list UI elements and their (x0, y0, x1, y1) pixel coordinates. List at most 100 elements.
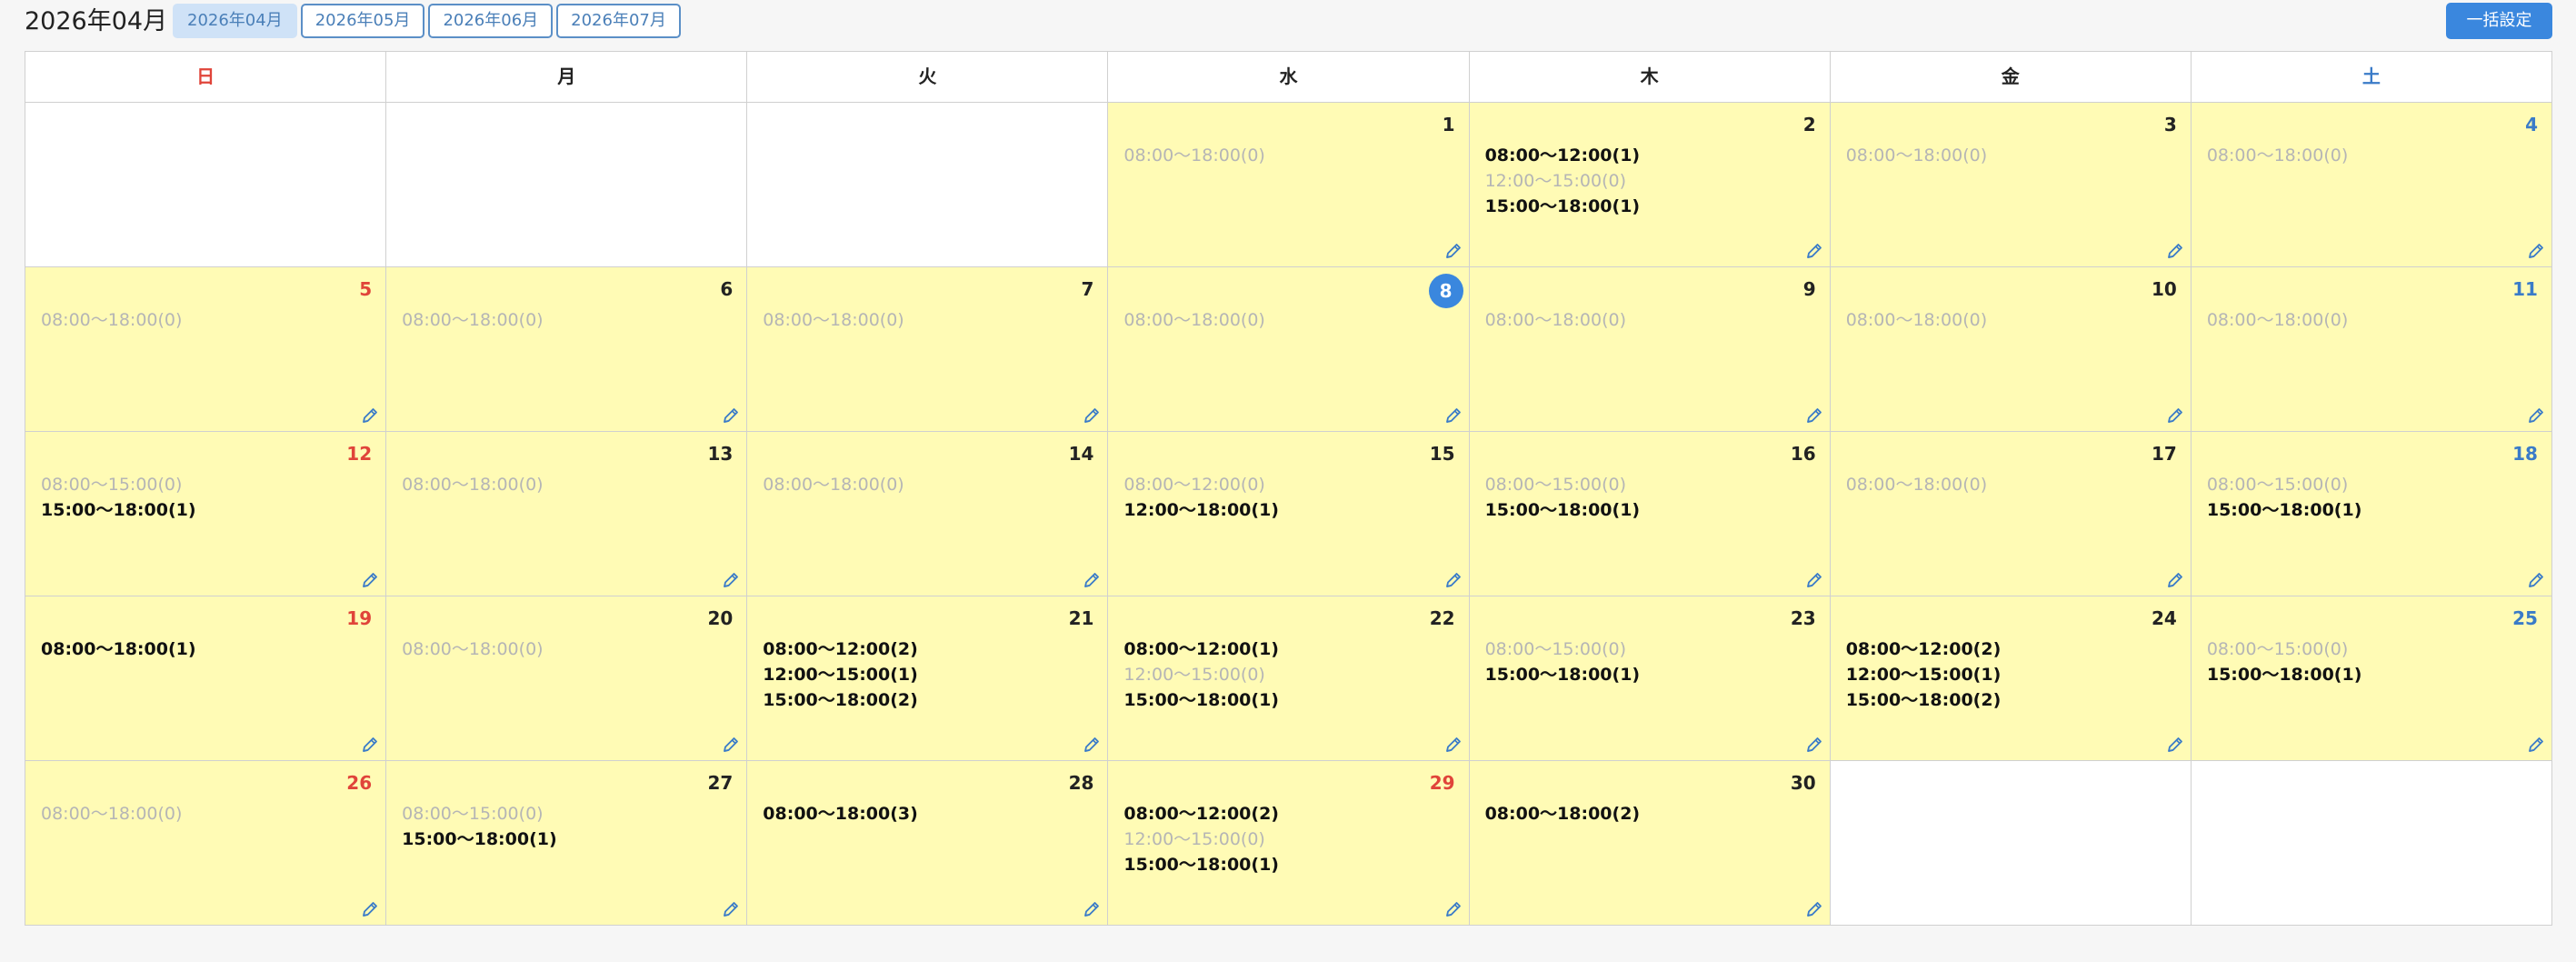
edit-pencil-icon[interactable] (2165, 241, 2185, 261)
edit-pencil-icon[interactable] (1804, 406, 1824, 426)
edit-pencil-icon[interactable] (721, 570, 741, 590)
time-slot-list: 08:00〜12:00(0) 12:00〜18:00(1) (1123, 472, 1279, 523)
time-slot: 08:00〜18:00(1) (41, 639, 196, 659)
tab-month-2026-05[interactable]: 2026年05月 (300, 4, 425, 38)
time-slot-list: 08:00〜18:00(0) (1846, 307, 1987, 333)
day-number: 14 (1068, 443, 1094, 465)
time-slot: 15:00〜18:00(2) (763, 690, 918, 710)
calendar-day-cell[interactable]: 3 08:00〜18:00(0) (1830, 103, 2192, 267)
time-slot: 08:00〜18:00(0) (1845, 310, 1988, 330)
edit-pencil-icon[interactable] (360, 406, 380, 426)
calendar-day-cell[interactable]: 7 08:00〜18:00(0) (747, 267, 1109, 432)
edit-pencil-icon[interactable] (2165, 570, 2185, 590)
calendar-day-cell[interactable]: 15 08:00〜12:00(0) 12:00〜18:00(1) (1108, 432, 1470, 596)
edit-pencil-icon[interactable] (1082, 899, 1102, 919)
edit-pencil-icon[interactable] (1082, 406, 1102, 426)
time-slot: 15:00〜18:00(1) (1484, 196, 1641, 216)
calendar-day-cell[interactable]: 10 08:00〜18:00(0) (1830, 267, 2192, 432)
time-slot: 08:00〜12:00(1) (1484, 145, 1641, 165)
calendar-day-cell[interactable]: 16 08:00〜15:00(0) 15:00〜18:00(1) (1469, 432, 1831, 596)
edit-pencil-icon[interactable] (721, 899, 741, 919)
tab-month-2026-06[interactable]: 2026年06月 (428, 4, 554, 38)
calendar-day-cell[interactable]: 20 08:00〜18:00(0) (386, 596, 748, 761)
edit-pencil-icon[interactable] (1443, 899, 1463, 919)
tab-month-2026-04[interactable]: 2026年04月 (173, 4, 297, 38)
edit-pencil-icon[interactable] (1804, 735, 1824, 755)
time-slot: 08:00〜15:00(0) (2206, 475, 2349, 495)
edit-pencil-icon[interactable] (360, 570, 380, 590)
time-slot-list: 08:00〜15:00(0) 15:00〜18:00(1) (402, 801, 557, 852)
calendar-day-cell[interactable]: 18 08:00〜15:00(0) 15:00〜18:00(1) (2191, 432, 2552, 596)
calendar-day-cell[interactable]: 23 08:00〜15:00(0) 15:00〜18:00(1) (1469, 596, 1831, 761)
today-day-number: 8 (1428, 274, 1463, 308)
calendar-day-cell[interactable]: 25 08:00〜15:00(0) 15:00〜18:00(1) (2191, 596, 2552, 761)
calendar-day-cell[interactable]: 26 08:00〜18:00(0) (25, 761, 387, 926)
calendar-day-cell[interactable]: 8 08:00〜18:00(0) (1108, 267, 1470, 432)
edit-pencil-icon[interactable] (1443, 735, 1463, 755)
edit-pencil-icon[interactable] (1082, 570, 1102, 590)
edit-pencil-icon[interactable] (1082, 735, 1102, 755)
day-number: 23 (1790, 607, 1816, 629)
tab-month-2026-07[interactable]: 2026年07月 (556, 4, 681, 38)
time-slot-list: 08:00〜18:00(0) (1123, 307, 1264, 333)
edit-pencil-icon[interactable] (721, 406, 741, 426)
edit-pencil-icon[interactable] (1443, 406, 1463, 426)
bulk-settings-button[interactable]: 一括設定 (2446, 3, 2552, 39)
edit-pencil-icon[interactable] (2526, 241, 2546, 261)
time-slot: 12:00〜18:00(1) (1123, 500, 1279, 520)
day-number: 1 (1442, 114, 1455, 135)
time-slot-list: 08:00〜15:00(0) 15:00〜18:00(1) (41, 472, 196, 523)
time-slot: 08:00〜18:00(0) (1484, 310, 1626, 330)
edit-pencil-icon[interactable] (2526, 406, 2546, 426)
day-number: 13 (707, 443, 734, 465)
time-slot: 15:00〜18:00(1) (1123, 855, 1279, 875)
calendar-day-cell[interactable]: 4 08:00〜18:00(0) (2191, 103, 2552, 267)
calendar-day-cell[interactable]: 30 08:00〜18:00(2) (1469, 761, 1831, 926)
calendar-day-cell[interactable]: 22 08:00〜12:00(1) 12:00〜15:00(0) 15:00〜18:0… (1108, 596, 1470, 761)
edit-pencil-icon[interactable] (1443, 570, 1463, 590)
time-slot: 12:00〜15:00(1) (1845, 665, 2002, 685)
calendar-day-cell[interactable]: 14 08:00〜18:00(0) (747, 432, 1109, 596)
calendar-day-cell[interactable]: 13 08:00〜18:00(0) (386, 432, 748, 596)
day-number: 28 (1068, 772, 1094, 794)
calendar-day-cell[interactable]: 11 08:00〜18:00(0) (2191, 267, 2552, 432)
calendar-day-cell[interactable]: 2 08:00〜12:00(1) 12:00〜15:00(0) 15:00〜18:00… (1469, 103, 1831, 267)
time-slot: 08:00〜18:00(3) (763, 804, 918, 824)
edit-pencil-icon[interactable] (1804, 570, 1824, 590)
time-slot: 08:00〜15:00(0) (402, 804, 544, 824)
calendar-day-cell[interactable]: 17 08:00〜18:00(0) (1830, 432, 2192, 596)
calendar-day-cell[interactable]: 24 08:00〜12:00(2) 12:00〜15:00(1) 15:00〜18:0… (1830, 596, 2192, 761)
calendar-day-cell[interactable]: 12 08:00〜15:00(0) 15:00〜18:00(1) (25, 432, 387, 596)
day-number: 12 (346, 443, 373, 465)
calendar-day-cell[interactable]: 27 08:00〜15:00(0) 15:00〜18:00(1) (386, 761, 748, 926)
calendar-day-cell[interactable]: 29 08:00〜12:00(2) 12:00〜15:00(0) 15:00〜18:0… (1108, 761, 1470, 926)
calendar-day-cell[interactable]: 9 08:00〜18:00(0) (1469, 267, 1831, 432)
time-slot: 08:00〜18:00(0) (763, 475, 904, 495)
edit-pencil-icon[interactable] (1804, 241, 1824, 261)
edit-pencil-icon[interactable] (2526, 570, 2546, 590)
time-slot: 08:00〜18:00(0) (41, 310, 183, 330)
time-slot: 08:00〜15:00(0) (1484, 475, 1626, 495)
time-slot-list: 08:00〜15:00(0) 15:00〜18:00(1) (2207, 636, 2362, 687)
day-number: 21 (1068, 607, 1094, 629)
calendar-day-cell[interactable]: 21 08:00〜12:00(2) 12:00〜15:00(1) 15:00〜18:0… (747, 596, 1109, 761)
edit-pencil-icon[interactable] (1443, 241, 1463, 261)
edit-pencil-icon[interactable] (1804, 899, 1824, 919)
day-number: 17 (2152, 443, 2177, 465)
day-number: 19 (346, 607, 373, 629)
edit-pencil-icon[interactable] (360, 899, 380, 919)
calendar-day-cell[interactable]: 1 08:00〜18:00(0) (1108, 103, 1470, 267)
time-slot-list: 08:00〜18:00(0) (41, 801, 182, 827)
edit-pencil-icon[interactable] (2165, 735, 2185, 755)
calendar-day-cell[interactable]: 5 08:00〜18:00(0) (25, 267, 387, 432)
edit-pencil-icon[interactable] (721, 735, 741, 755)
calendar-day-cell[interactable]: 28 08:00〜18:00(3) (747, 761, 1109, 926)
calendar-day-cell[interactable]: 19 08:00〜18:00(1) (25, 596, 387, 761)
time-slot: 08:00〜18:00(0) (1123, 310, 1265, 330)
time-slot-list: 08:00〜18:00(0) (1485, 307, 1626, 333)
edit-pencil-icon[interactable] (2526, 735, 2546, 755)
calendar-day-cell[interactable]: 6 08:00〜18:00(0) (386, 267, 748, 432)
time-slot-list: 08:00〜12:00(2) 12:00〜15:00(1) 15:00〜18:00(… (1846, 636, 2002, 713)
edit-pencil-icon[interactable] (360, 735, 380, 755)
edit-pencil-icon[interactable] (2165, 406, 2185, 426)
